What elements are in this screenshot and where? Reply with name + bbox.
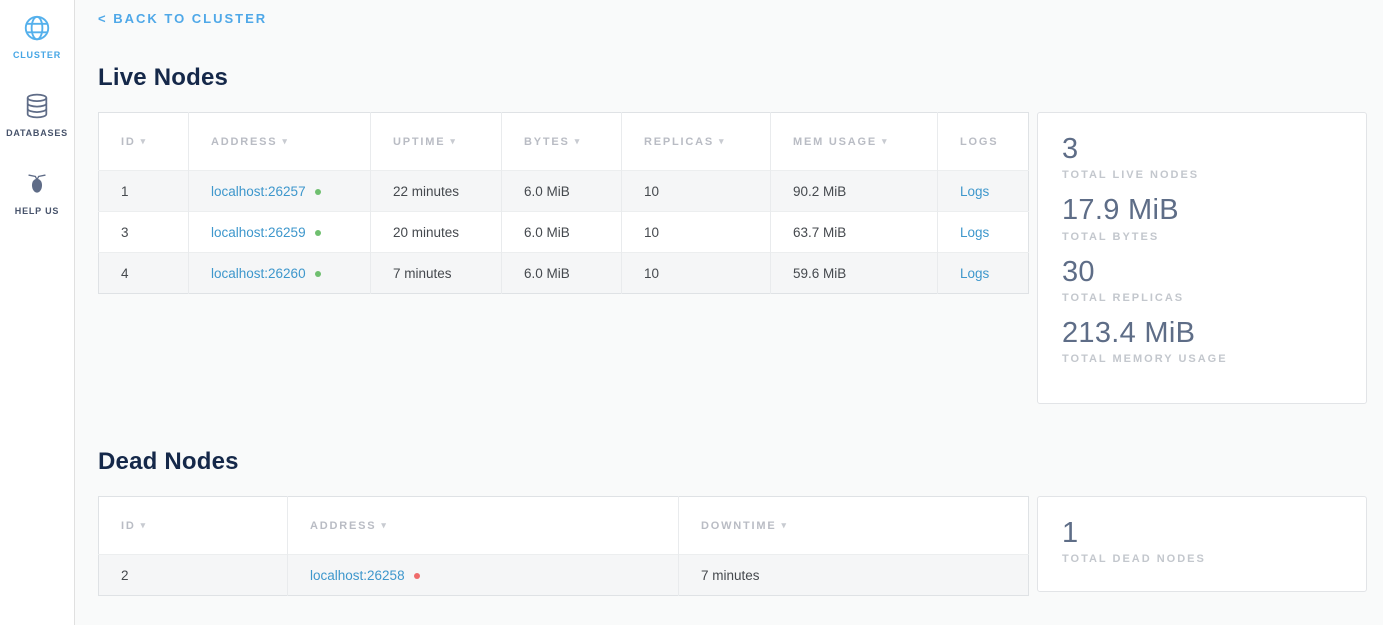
- dead-nodes-summary-card: 1 TOTAL DEAD NODES: [1037, 496, 1367, 592]
- live-nodes-section: ID▾ ADDRESS▾ UPTIME▾ BYTES▾ REPLICAS▾ ME…: [98, 112, 1367, 404]
- sort-arrow-icon: ▾: [782, 520, 788, 530]
- node-address-link[interactable]: localhost:26257: [211, 184, 306, 199]
- sort-arrow-icon: ▾: [719, 136, 725, 146]
- cell-id: 1: [99, 171, 189, 212]
- logs-link[interactable]: Logs: [960, 184, 989, 199]
- cell-address: localhost:26259: [189, 212, 371, 253]
- stat-value: 1: [1062, 517, 1342, 550]
- cell-address: localhost:26258: [288, 555, 679, 596]
- main-content: < BACK TO CLUSTER Live Nodes ID▾ ADDRESS…: [75, 0, 1383, 625]
- stat-value: 30: [1062, 256, 1342, 289]
- back-to-cluster-link[interactable]: < BACK TO CLUSTER: [98, 11, 267, 26]
- stat-label: TOTAL LIVE NODES: [1062, 169, 1342, 181]
- dead-status-icon: [414, 573, 420, 579]
- dead-nodes-table: ID▾ ADDRESS▾ DOWNTIME▾ 2 localhost:26258…: [98, 496, 1029, 596]
- table-header-row: ID▾ ADDRESS▾ UPTIME▾ BYTES▾ REPLICAS▾ ME…: [99, 113, 1029, 171]
- sort-arrow-icon: ▾: [450, 136, 456, 146]
- sort-arrow-icon: ▾: [282, 136, 288, 146]
- stat-label: TOTAL DEAD NODES: [1062, 553, 1342, 565]
- cell-mem-usage: 63.7 MiB: [771, 212, 938, 253]
- table-row: 2 localhost:26258 7 minutes: [99, 555, 1029, 596]
- live-nodes-table: ID▾ ADDRESS▾ UPTIME▾ BYTES▾ REPLICAS▾ ME…: [98, 112, 1029, 294]
- column-header-address[interactable]: ADDRESS▾: [288, 497, 679, 555]
- column-header-logs: LOGS: [938, 113, 1029, 171]
- sort-arrow-icon: ▾: [381, 520, 387, 530]
- sidebar: CLUSTER DATABASES HELP US: [0, 0, 75, 625]
- sidebar-item-help-us[interactable]: HELP US: [15, 168, 59, 216]
- sort-arrow-icon: ▾: [882, 136, 888, 146]
- cell-address: localhost:26257: [189, 171, 371, 212]
- column-header-downtime[interactable]: DOWNTIME▾: [679, 497, 1029, 555]
- cell-bytes: 6.0 MiB: [502, 212, 622, 253]
- live-status-icon: [315, 271, 321, 277]
- column-header-uptime[interactable]: UPTIME▾: [371, 113, 502, 171]
- cell-mem-usage: 90.2 MiB: [771, 171, 938, 212]
- cell-replicas: 10: [622, 212, 771, 253]
- dead-nodes-section: ID▾ ADDRESS▾ DOWNTIME▾ 2 localhost:26258…: [98, 496, 1367, 596]
- cell-replicas: 10: [622, 171, 771, 212]
- cell-id: 4: [99, 253, 189, 294]
- column-header-id[interactable]: ID▾: [99, 113, 189, 171]
- column-header-address[interactable]: ADDRESS▾: [189, 113, 371, 171]
- sort-arrow-icon: ▾: [575, 136, 581, 146]
- summary-stat: 213.4 MiB TOTAL MEMORY USAGE: [1062, 317, 1342, 365]
- table-row: 3 localhost:26259 20 minutes 6.0 MiB 10 …: [99, 212, 1029, 253]
- cell-logs: Logs: [938, 212, 1029, 253]
- logs-link[interactable]: Logs: [960, 225, 989, 240]
- sort-arrow-icon: ▾: [141, 520, 147, 530]
- cell-address: localhost:26260: [189, 253, 371, 294]
- stat-label: TOTAL MEMORY USAGE: [1062, 353, 1342, 365]
- sidebar-item-cluster[interactable]: CLUSTER: [13, 12, 61, 60]
- node-address-link[interactable]: localhost:26259: [211, 225, 306, 240]
- node-address-link[interactable]: localhost:26258: [310, 568, 405, 583]
- stat-value: 3: [1062, 133, 1342, 166]
- column-header-id[interactable]: ID▾: [99, 497, 288, 555]
- live-status-icon: [315, 230, 321, 236]
- summary-stat: 1 TOTAL DEAD NODES: [1062, 517, 1342, 565]
- cell-uptime: 22 minutes: [371, 171, 502, 212]
- cell-mem-usage: 59.6 MiB: [771, 253, 938, 294]
- column-header-mem-usage[interactable]: MEM USAGE▾: [771, 113, 938, 171]
- sidebar-item-databases[interactable]: DATABASES: [6, 90, 68, 138]
- cell-bytes: 6.0 MiB: [502, 253, 622, 294]
- bug-icon: [21, 168, 53, 200]
- globe-icon: [21, 12, 53, 44]
- sidebar-item-label: CLUSTER: [13, 50, 61, 60]
- table-row: 1 localhost:26257 22 minutes 6.0 MiB 10 …: [99, 171, 1029, 212]
- sidebar-item-label: HELP US: [15, 206, 59, 216]
- node-address-link[interactable]: localhost:26260: [211, 266, 306, 281]
- cell-uptime: 7 minutes: [371, 253, 502, 294]
- summary-stat: 30 TOTAL REPLICAS: [1062, 256, 1342, 304]
- table-row: 4 localhost:26260 7 minutes 6.0 MiB 10 5…: [99, 253, 1029, 294]
- sidebar-item-label: DATABASES: [6, 128, 68, 138]
- cell-bytes: 6.0 MiB: [502, 171, 622, 212]
- stat-label: TOTAL REPLICAS: [1062, 292, 1342, 304]
- live-nodes-title: Live Nodes: [98, 64, 1367, 92]
- live-nodes-summary-card: 3 TOTAL LIVE NODES 17.9 MiB TOTAL BYTES …: [1037, 112, 1367, 404]
- stat-label: TOTAL BYTES: [1062, 231, 1342, 243]
- summary-stat: 3 TOTAL LIVE NODES: [1062, 133, 1342, 181]
- dead-nodes-title: Dead Nodes: [98, 448, 1367, 476]
- live-status-icon: [315, 189, 321, 195]
- cell-replicas: 10: [622, 253, 771, 294]
- stat-value: 213.4 MiB: [1062, 317, 1342, 350]
- sort-arrow-icon: ▾: [141, 136, 147, 146]
- cell-id: 2: [99, 555, 288, 596]
- logs-link[interactable]: Logs: [960, 266, 989, 281]
- stat-value: 17.9 MiB: [1062, 194, 1342, 227]
- column-header-bytes[interactable]: BYTES▾: [502, 113, 622, 171]
- summary-stat: 17.9 MiB TOTAL BYTES: [1062, 194, 1342, 242]
- table-header-row: ID▾ ADDRESS▾ DOWNTIME▾: [99, 497, 1029, 555]
- database-icon: [21, 90, 53, 122]
- cell-id: 3: [99, 212, 189, 253]
- column-header-replicas[interactable]: REPLICAS▾: [622, 113, 771, 171]
- cell-downtime: 7 minutes: [679, 555, 1029, 596]
- cell-logs: Logs: [938, 171, 1029, 212]
- cell-logs: Logs: [938, 253, 1029, 294]
- cell-uptime: 20 minutes: [371, 212, 502, 253]
